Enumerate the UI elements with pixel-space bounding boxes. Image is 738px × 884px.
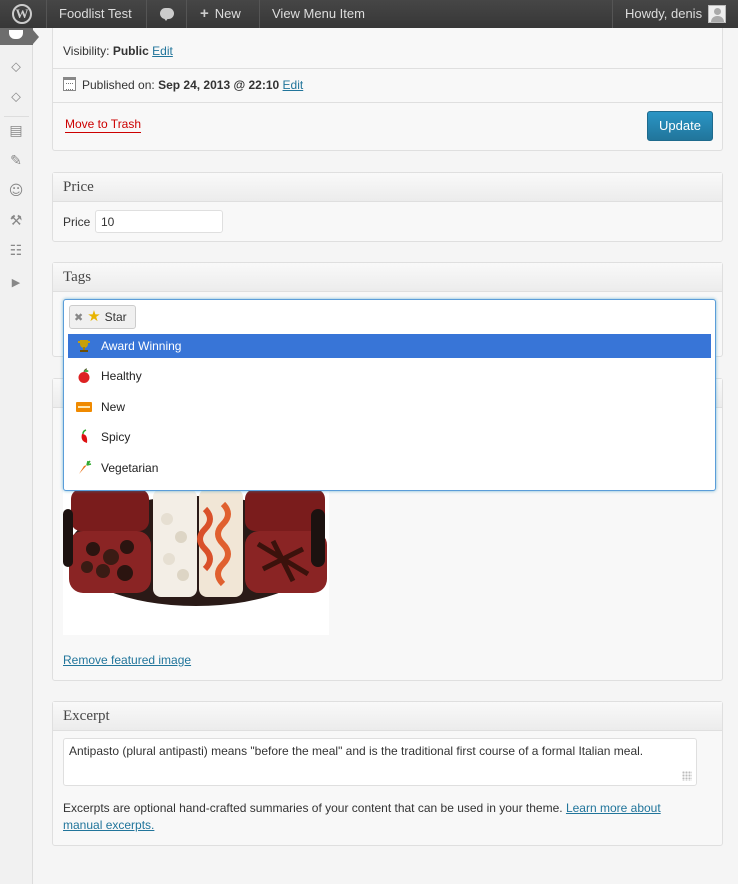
appearance-icon[interactable]: ▤ (7, 122, 25, 140)
food-menu-icon (9, 30, 23, 39)
tag-option-vegetarian[interactable]: Vegetarian (68, 456, 711, 480)
antipasto-platter-image (63, 489, 329, 635)
menu-separator (4, 116, 29, 117)
visibility-row: Visibility: Public Edit (63, 44, 173, 58)
tag-option-award-winning[interactable]: Award Winning (68, 334, 711, 358)
carrot-icon (76, 460, 92, 476)
new-label: New (214, 6, 241, 21)
users-icon[interactable]: ☺ (7, 182, 25, 200)
published-label: Published on: (82, 78, 155, 92)
publish-box: Visibility: Public Edit Published on: Se… (52, 28, 723, 151)
remove-featured-image-link[interactable]: Remove featured image (63, 653, 191, 667)
apple-icon (76, 368, 92, 384)
plus-icon: + (200, 5, 209, 22)
star-icon: ★ (87, 308, 101, 325)
avatar[interactable] (708, 5, 726, 23)
admin-bar-divider (259, 0, 260, 28)
admin-bar-divider (46, 0, 47, 28)
comments-icon[interactable]: ⬦ (7, 58, 25, 76)
resize-handle-icon[interactable] (682, 771, 692, 781)
price-box: Price Price (52, 172, 723, 242)
current-menu-indicator[interactable] (0, 28, 39, 45)
excerpt-text: Antipasto (plural antipasti) means "befo… (69, 744, 644, 758)
wp-logo-glyph: W (12, 4, 32, 24)
admin-bar-divider (186, 0, 187, 28)
admin-sidebar: ⬦ ⬦ ▤ ✎ ☺ ⚒ ☷ ▶ (0, 28, 39, 884)
comments-alt-icon[interactable]: ⬦ (7, 88, 25, 106)
tag-option-healthy[interactable]: Healthy (68, 364, 711, 388)
view-menu-item-link[interactable]: View Menu Item (272, 0, 365, 28)
settings-icon[interactable]: ☷ (7, 242, 25, 260)
edit-date-link[interactable]: Edit (283, 78, 304, 92)
tag-option-new[interactable]: New (68, 395, 711, 419)
trophy-icon (76, 338, 92, 354)
tags-title[interactable]: Tags (53, 263, 722, 292)
visibility-value: Public (112, 44, 149, 58)
excerpt-title[interactable]: Excerpt (53, 702, 722, 731)
admin-bar: W Foodlist Test + New View Menu Item Howd… (0, 0, 738, 28)
new-badge-icon (76, 399, 92, 415)
published-date: Sep 24, 2013 @ 22:10 (158, 78, 280, 92)
published-row: Published on: Sep 24, 2013 @ 22:10 Edit (63, 77, 303, 92)
excerpt-help-text: Excerpts are optional hand-crafted summa… (63, 801, 563, 815)
comments-link[interactable] (146, 0, 186, 28)
visibility-label: Visibility: (63, 44, 110, 58)
tools-icon[interactable]: ⚒ (7, 212, 25, 230)
calendar-icon (63, 77, 76, 91)
chili-icon (76, 429, 92, 445)
price-title[interactable]: Price (53, 173, 722, 202)
plugins-icon[interactable]: ✎ (7, 152, 25, 170)
tag-option-spicy[interactable]: Spicy (68, 425, 711, 449)
move-to-trash-link[interactable]: Move to Trash (65, 117, 142, 133)
excerpt-textarea[interactable]: Antipasto (plural antipasti) means "befo… (63, 738, 697, 786)
excerpt-box: Excerpt Antipasto (plural antipasti) mea… (52, 701, 723, 846)
option-label: Vegetarian (101, 461, 159, 475)
collapse-icon[interactable]: ▶ (7, 274, 25, 292)
divider (53, 68, 722, 69)
price-label: Price (63, 215, 91, 229)
tags-token-input[interactable]: ✖ ★ Star Award Winning Healthy New Spicy V… (63, 299, 716, 491)
option-label: New (101, 400, 126, 414)
remove-token-icon[interactable]: ✖ (74, 312, 83, 324)
update-button[interactable]: Update (647, 111, 713, 141)
featured-image[interactable] (63, 489, 329, 635)
tag-token-star[interactable]: ✖ ★ Star (69, 305, 136, 329)
option-label: Spicy (101, 430, 131, 444)
new-content-link[interactable]: + New (200, 0, 241, 28)
account-menu[interactable]: Howdy, denis (625, 0, 702, 28)
price-input[interactable] (95, 210, 223, 233)
admin-bar-divider (612, 0, 613, 28)
site-name-link[interactable]: Foodlist Test (59, 0, 132, 28)
token-label: Star (104, 310, 127, 324)
option-label: Award Winning (101, 339, 182, 353)
wordpress-logo-icon[interactable]: W (0, 0, 46, 28)
comment-bubble-icon (160, 8, 174, 21)
option-label: Healthy (101, 369, 142, 383)
excerpt-help: Excerpts are optional hand-crafted summa… (63, 800, 703, 834)
divider (53, 102, 722, 103)
edit-visibility-link[interactable]: Edit (152, 44, 173, 58)
